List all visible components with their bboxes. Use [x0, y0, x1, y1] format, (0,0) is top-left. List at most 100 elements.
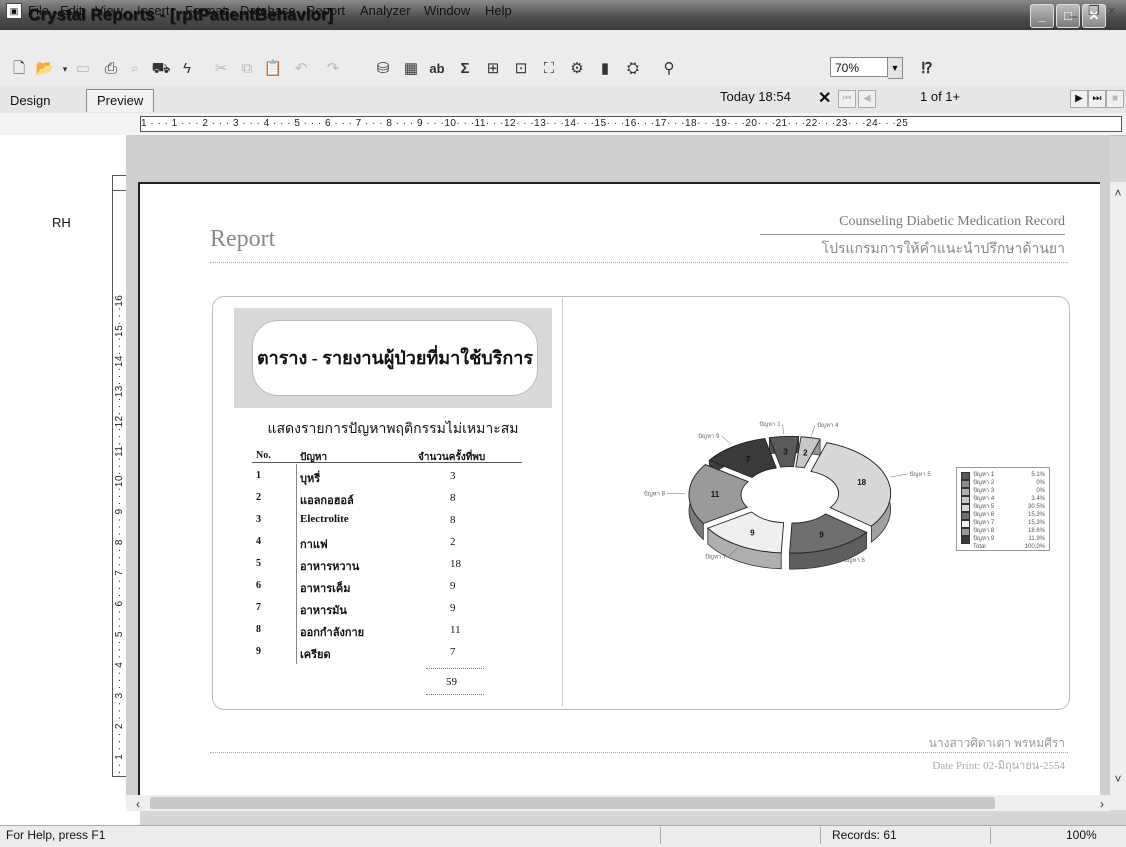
status-bar [0, 825, 1126, 847]
insert-subreport-icon[interactable]: ⊡ [510, 59, 532, 79]
scroll-right-icon[interactable]: › [1094, 797, 1110, 811]
paste-icon[interactable]: 📋 [262, 59, 284, 79]
header-underline [760, 234, 1065, 235]
table-row: 9เครียด7 [252, 642, 522, 664]
insert-chart-icon[interactable]: ▮ [594, 59, 616, 79]
tab-design[interactable]: Design [0, 90, 60, 112]
row-problem: อาหารเค็ม [300, 579, 351, 597]
horizontal-scroll-thumb[interactable] [150, 797, 995, 809]
scroll-left-icon[interactable]: ‹ [130, 797, 146, 811]
stop-icon[interactable]: ■ [1106, 90, 1124, 108]
minimize-button[interactable]: _ [1030, 4, 1054, 28]
scroll-up-icon[interactable]: ˄ [1110, 186, 1126, 200]
row-number: 4 [256, 536, 261, 547]
header-divider [210, 262, 1068, 263]
mdi-close-button[interactable]: × [1108, 3, 1116, 18]
table-row: 2แอลกอฮอล์8 [252, 488, 522, 510]
insert-table-icon[interactable]: ▦ [400, 59, 422, 79]
insert-picture-icon[interactable]: ⛶ [538, 59, 560, 79]
find-icon[interactable]: ⚲ [658, 59, 680, 79]
section-label[interactable]: RH [52, 215, 71, 230]
format-painter-icon[interactable]: ⛁ [372, 59, 394, 79]
row-number: 3 [256, 514, 261, 525]
row-count: 11 [450, 624, 461, 636]
status-divider [660, 827, 661, 844]
insert-text-object-icon[interactable]: ab [426, 59, 448, 79]
legend-total-percent: 100.0% [1025, 543, 1045, 551]
row-count: 9 [450, 602, 456, 614]
previous-page-icon[interactable]: ◀ [858, 90, 876, 108]
row-count: 9 [450, 580, 456, 592]
zoom-select[interactable]: 70% [830, 57, 888, 77]
legend-item: ปัญหา 3 0% [961, 487, 1047, 495]
next-page-icon[interactable]: ▶ [1070, 90, 1088, 108]
menu-file[interactable]: File [28, 3, 49, 18]
vertical-scrollbar[interactable] [1110, 182, 1126, 810]
legend-label: ปัญหา 9 [973, 535, 994, 543]
legend-percent: 0% [1036, 487, 1045, 495]
table-row: 7อาหารมัน9 [252, 598, 522, 620]
close-view-icon[interactable]: ✕ [818, 88, 831, 108]
menu-format[interactable]: Format [185, 3, 226, 18]
legend-label: ปัญหา 3 [973, 487, 994, 495]
leader-line [783, 424, 784, 434]
open-icon[interactable]: 📂 [34, 59, 56, 79]
slice-value-label: 3 [783, 448, 788, 457]
total-count: 59 [446, 676, 457, 688]
menu-view[interactable]: View [95, 3, 123, 18]
help-pointer-icon[interactable]: ⁉ [916, 59, 938, 79]
legend-label: ปัญหา 2 [973, 479, 994, 487]
horizontal-ruler: 1 · · · 1 · · · 2 · · · 3 · · · 4 · · · … [140, 116, 1122, 132]
row-count: 7 [450, 646, 456, 658]
export-icon[interactable]: ⛟ [150, 59, 172, 79]
slice-category-label: ปัญหา 4 [817, 422, 839, 429]
table-row: 6อาหารเค็ม9 [252, 576, 522, 598]
new-icon[interactable]: 🗋 [8, 59, 30, 79]
mdi-minimize-button[interactable]: _ [1070, 3, 1077, 18]
copy-icon[interactable]: ⧉ [236, 59, 258, 79]
insert-summary-icon[interactable]: Σ [454, 59, 476, 79]
insert-group-icon[interactable]: ⊞ [482, 59, 504, 79]
refresh-icon[interactable]: ϟ [176, 59, 198, 79]
vertical-ruler-marks: · · 1 · · · 2 · · · 3 · · · 4 · · · 5 · … [113, 194, 127, 774]
legend-percent: 30.5% [1028, 503, 1045, 511]
row-count: 3 [450, 470, 456, 482]
tab-preview[interactable]: Preview [86, 89, 154, 112]
legend-percent: 15.3% [1028, 511, 1045, 519]
leader-line [811, 425, 815, 435]
total-rule-bottom [426, 694, 484, 695]
column-header-no: No. [256, 450, 271, 461]
total-rule [426, 668, 484, 669]
mdi-restore-button[interactable]: ❐ [1088, 3, 1100, 19]
redo-icon[interactable]: ↷ [322, 59, 344, 79]
menu-insert[interactable]: Insert [137, 3, 170, 18]
legend-label: ปัญหา 7 [973, 519, 994, 527]
row-problem: Electrolite [300, 513, 349, 525]
slice-value-label: 9 [819, 530, 824, 539]
print-preview-icon[interactable]: ⌕ [124, 59, 146, 79]
menu-help[interactable]: Help [485, 3, 512, 18]
scroll-down-icon[interactable]: ˅ [1110, 772, 1126, 786]
last-page-icon[interactable]: ⏭ [1088, 90, 1106, 108]
menu-database[interactable]: Database [240, 3, 296, 18]
zoom-dropdown-icon[interactable]: ▼ [888, 57, 903, 79]
cut-icon[interactable]: ✂ [210, 59, 232, 79]
first-page-icon[interactable]: ⏮ [838, 90, 856, 108]
slice-category-label: ปัญหา 9 [698, 433, 720, 440]
save-icon[interactable]: ▭ [72, 59, 94, 79]
row-problem: กาแฟ [300, 535, 328, 553]
document-icon[interactable]: ▣ [6, 3, 22, 19]
menu-report[interactable]: Report [306, 3, 345, 18]
print-icon[interactable]: ⎙ [100, 59, 122, 79]
menu-edit[interactable]: Edit [60, 3, 82, 18]
menu-analyzer[interactable]: Analyzer [360, 3, 411, 18]
menu-window[interactable]: Window [424, 3, 470, 18]
undo-icon[interactable]: ↶ [290, 59, 312, 79]
row-number: 7 [256, 602, 261, 613]
field-explorer-icon[interactable]: ⛭ [622, 59, 644, 79]
row-count: 2 [450, 536, 456, 548]
insert-map-icon[interactable]: ⚙ [566, 59, 588, 79]
table-subtitle: แสดงรายการปัญหาพฤติกรรมไม่เหมาะสม [234, 418, 552, 440]
data-date-label: Today 18:54 [720, 89, 791, 104]
row-problem: แอลกอฮอล์ [300, 491, 354, 509]
